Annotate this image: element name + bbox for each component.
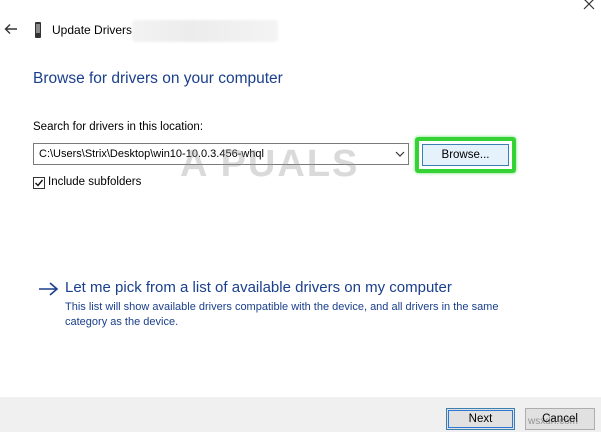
page-heading: Browse for drivers on your computer	[33, 70, 283, 87]
arrow-right-icon[interactable]	[38, 281, 60, 297]
include-subfolders-label[interactable]: Include subfolders	[48, 176, 141, 188]
pick-driver-link[interactable]: Let me pick from a list of available dri…	[65, 279, 452, 296]
title-bar: Update Drivers	[0, 0, 601, 62]
device-icon	[35, 22, 41, 38]
back-arrow-icon[interactable]	[4, 22, 18, 36]
close-icon[interactable]	[583, 0, 595, 10]
window-title: Update Drivers	[52, 23, 133, 37]
chevron-down-icon[interactable]	[395, 149, 405, 159]
browse-button[interactable]: Browse...	[422, 144, 509, 166]
include-subfolders-checkbox[interactable]	[33, 177, 45, 189]
search-location-label: Search for drivers in this location:	[33, 121, 204, 133]
site-watermark: wsxdn.com	[528, 416, 579, 427]
pick-driver-description: This list will show available drivers co…	[65, 301, 499, 328]
appuals-watermark: A PUALS	[180, 143, 360, 185]
blurred-device-name	[132, 20, 278, 42]
next-button[interactable]: Next	[446, 408, 515, 430]
checkmark-icon	[35, 179, 44, 187]
